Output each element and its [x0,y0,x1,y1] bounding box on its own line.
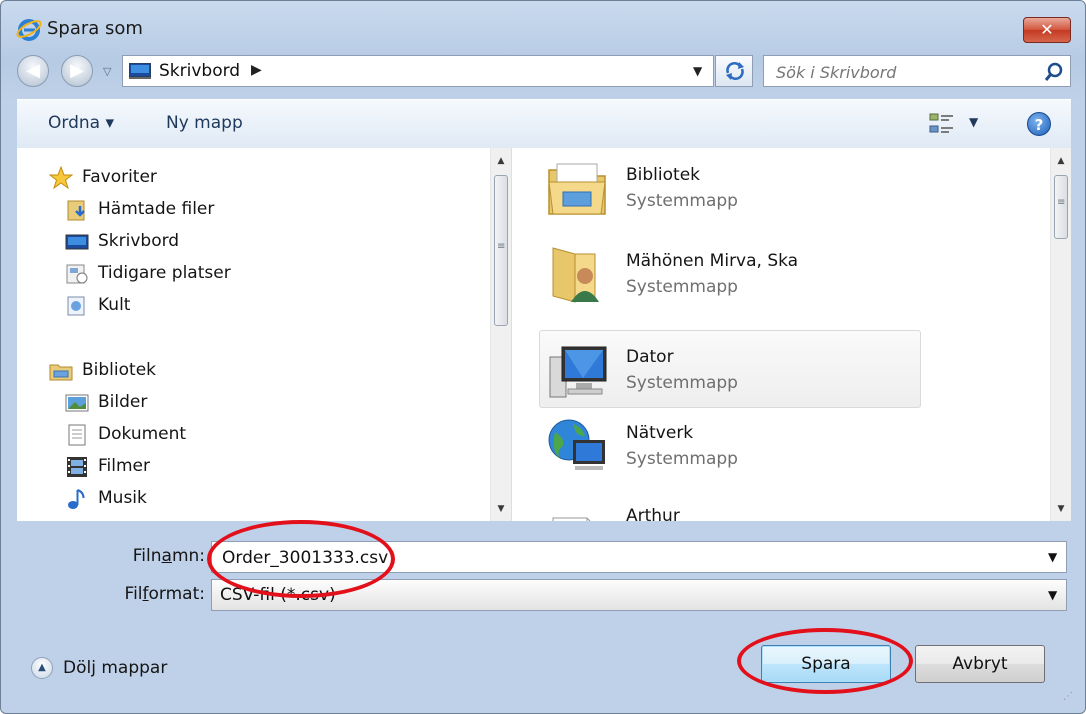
refresh-icon [726,62,744,80]
refresh-button[interactable] [715,55,753,87]
filetype-value: CSV-fil (*.csv) [220,585,336,605]
shortcut-icon [67,296,85,316]
pictures-icon [65,394,89,412]
title-bar: Spara som ✕ [1,1,1085,51]
scroll-down-icon[interactable]: ▼ [1051,504,1071,514]
breadcrumb-arrow-icon[interactable]: ▶ [251,62,262,78]
search-box[interactable] [763,55,1071,87]
address-bar[interactable]: Skrivbord ▶ ▼ [122,55,714,87]
file-item-network[interactable]: Nätverk Systemmapp [539,406,921,484]
chevron-up-icon[interactable]: ▲ [31,657,53,679]
save-button[interactable]: Spara [761,645,891,683]
change-view-icon[interactable] [929,112,955,136]
file-pane-scrollbar[interactable]: ▲ ≡ ▼ [1050,148,1071,521]
new-folder-button[interactable]: Ny mapp [166,113,243,133]
scroll-down-icon[interactable]: ▼ [491,504,511,514]
filename-label: Filnamn: [132,546,205,566]
music-note-icon [68,489,85,509]
navigation-pane: Favoriter Hämtade filer Skrivbord Tidiga… [17,148,511,521]
recent-pages-dropdown[interactable]: ▽ [103,65,111,78]
arrow-right-icon: ▶ [70,60,84,81]
address-dropdown-icon[interactable]: ▼ [693,64,702,78]
file-item-library[interactable]: Bibliotek Systemmapp [539,148,921,226]
command-bar: Ordna ▾ Ny mapp ▼ ? [17,99,1071,148]
window-title: Spara som [47,18,143,39]
filetype-label: Filformat: [124,584,205,604]
forward-button[interactable]: ▶ [61,55,93,87]
file-item-computer[interactable]: Dator Systemmapp [539,330,921,408]
user-folder-icon [552,247,599,303]
arrow-left-icon: ◀ [26,60,40,81]
desktop-icon [65,234,89,250]
scroll-grip-icon: ≡ [497,241,506,252]
close-button[interactable]: ✕ [1023,17,1071,43]
recent-places-icon [66,264,88,284]
scroll-up-icon[interactable]: ▲ [1051,156,1071,166]
documents-icon [68,424,86,446]
scroll-grip-icon: ≡ [1057,197,1066,208]
back-button[interactable]: ◀ [17,55,49,87]
computer-icon [549,346,607,398]
scroll-up-icon[interactable]: ▲ [491,156,511,166]
organize-menu-button[interactable]: Ordna ▾ [48,113,114,133]
close-icon: ✕ [1040,20,1054,39]
scroll-thumb[interactable]: ≡ [1054,175,1068,239]
resize-grip-icon[interactable]: ⋰ [1063,691,1073,702]
network-icon [548,419,605,470]
file-list-pane: Bibliotek Systemmapp Mähönen Mirva, Ska … [515,148,1071,521]
nav-pane-scrollbar[interactable]: ▲ ≡ ▼ [490,148,511,521]
cancel-button[interactable]: Avbryt [915,645,1045,683]
file-item-arthur[interactable]: Arthur [539,492,921,521]
change-view-dropdown-icon[interactable]: ▼ [969,115,978,129]
chevron-down-icon[interactable]: ▼ [1048,588,1057,602]
star-icon [49,166,73,190]
scroll-thumb[interactable]: ≡ [494,175,508,326]
film-icon [67,457,87,477]
search-input[interactable] [774,59,1038,85]
filename-field[interactable] [220,545,1024,571]
address-location[interactable]: Skrivbord [159,61,240,81]
filetype-select[interactable]: CSV-fil (*.csv) ▼ [211,579,1067,611]
library-folder-icon [49,364,73,381]
filename-combobox[interactable]: ▼ [211,541,1067,573]
file-item-user-folder[interactable]: Mähönen Mirva, Ska Systemmapp [539,234,921,312]
hide-folders-label: Dölj mappar [63,658,168,678]
save-as-dialog: Spara som ✕ ◀ ▶ ▽ Skrivbord ▶ ▼ Sök i Sk… [0,0,1086,714]
chevron-down-icon[interactable]: ▼ [1048,550,1057,564]
help-button[interactable]: ? [1027,112,1051,136]
desktop-icon [129,63,151,79]
library-folder-icon [548,163,606,215]
file-icon [552,517,591,521]
downloads-folder-icon [67,200,85,221]
search-icon[interactable] [1044,62,1064,82]
internet-explorer-icon [16,19,42,41]
